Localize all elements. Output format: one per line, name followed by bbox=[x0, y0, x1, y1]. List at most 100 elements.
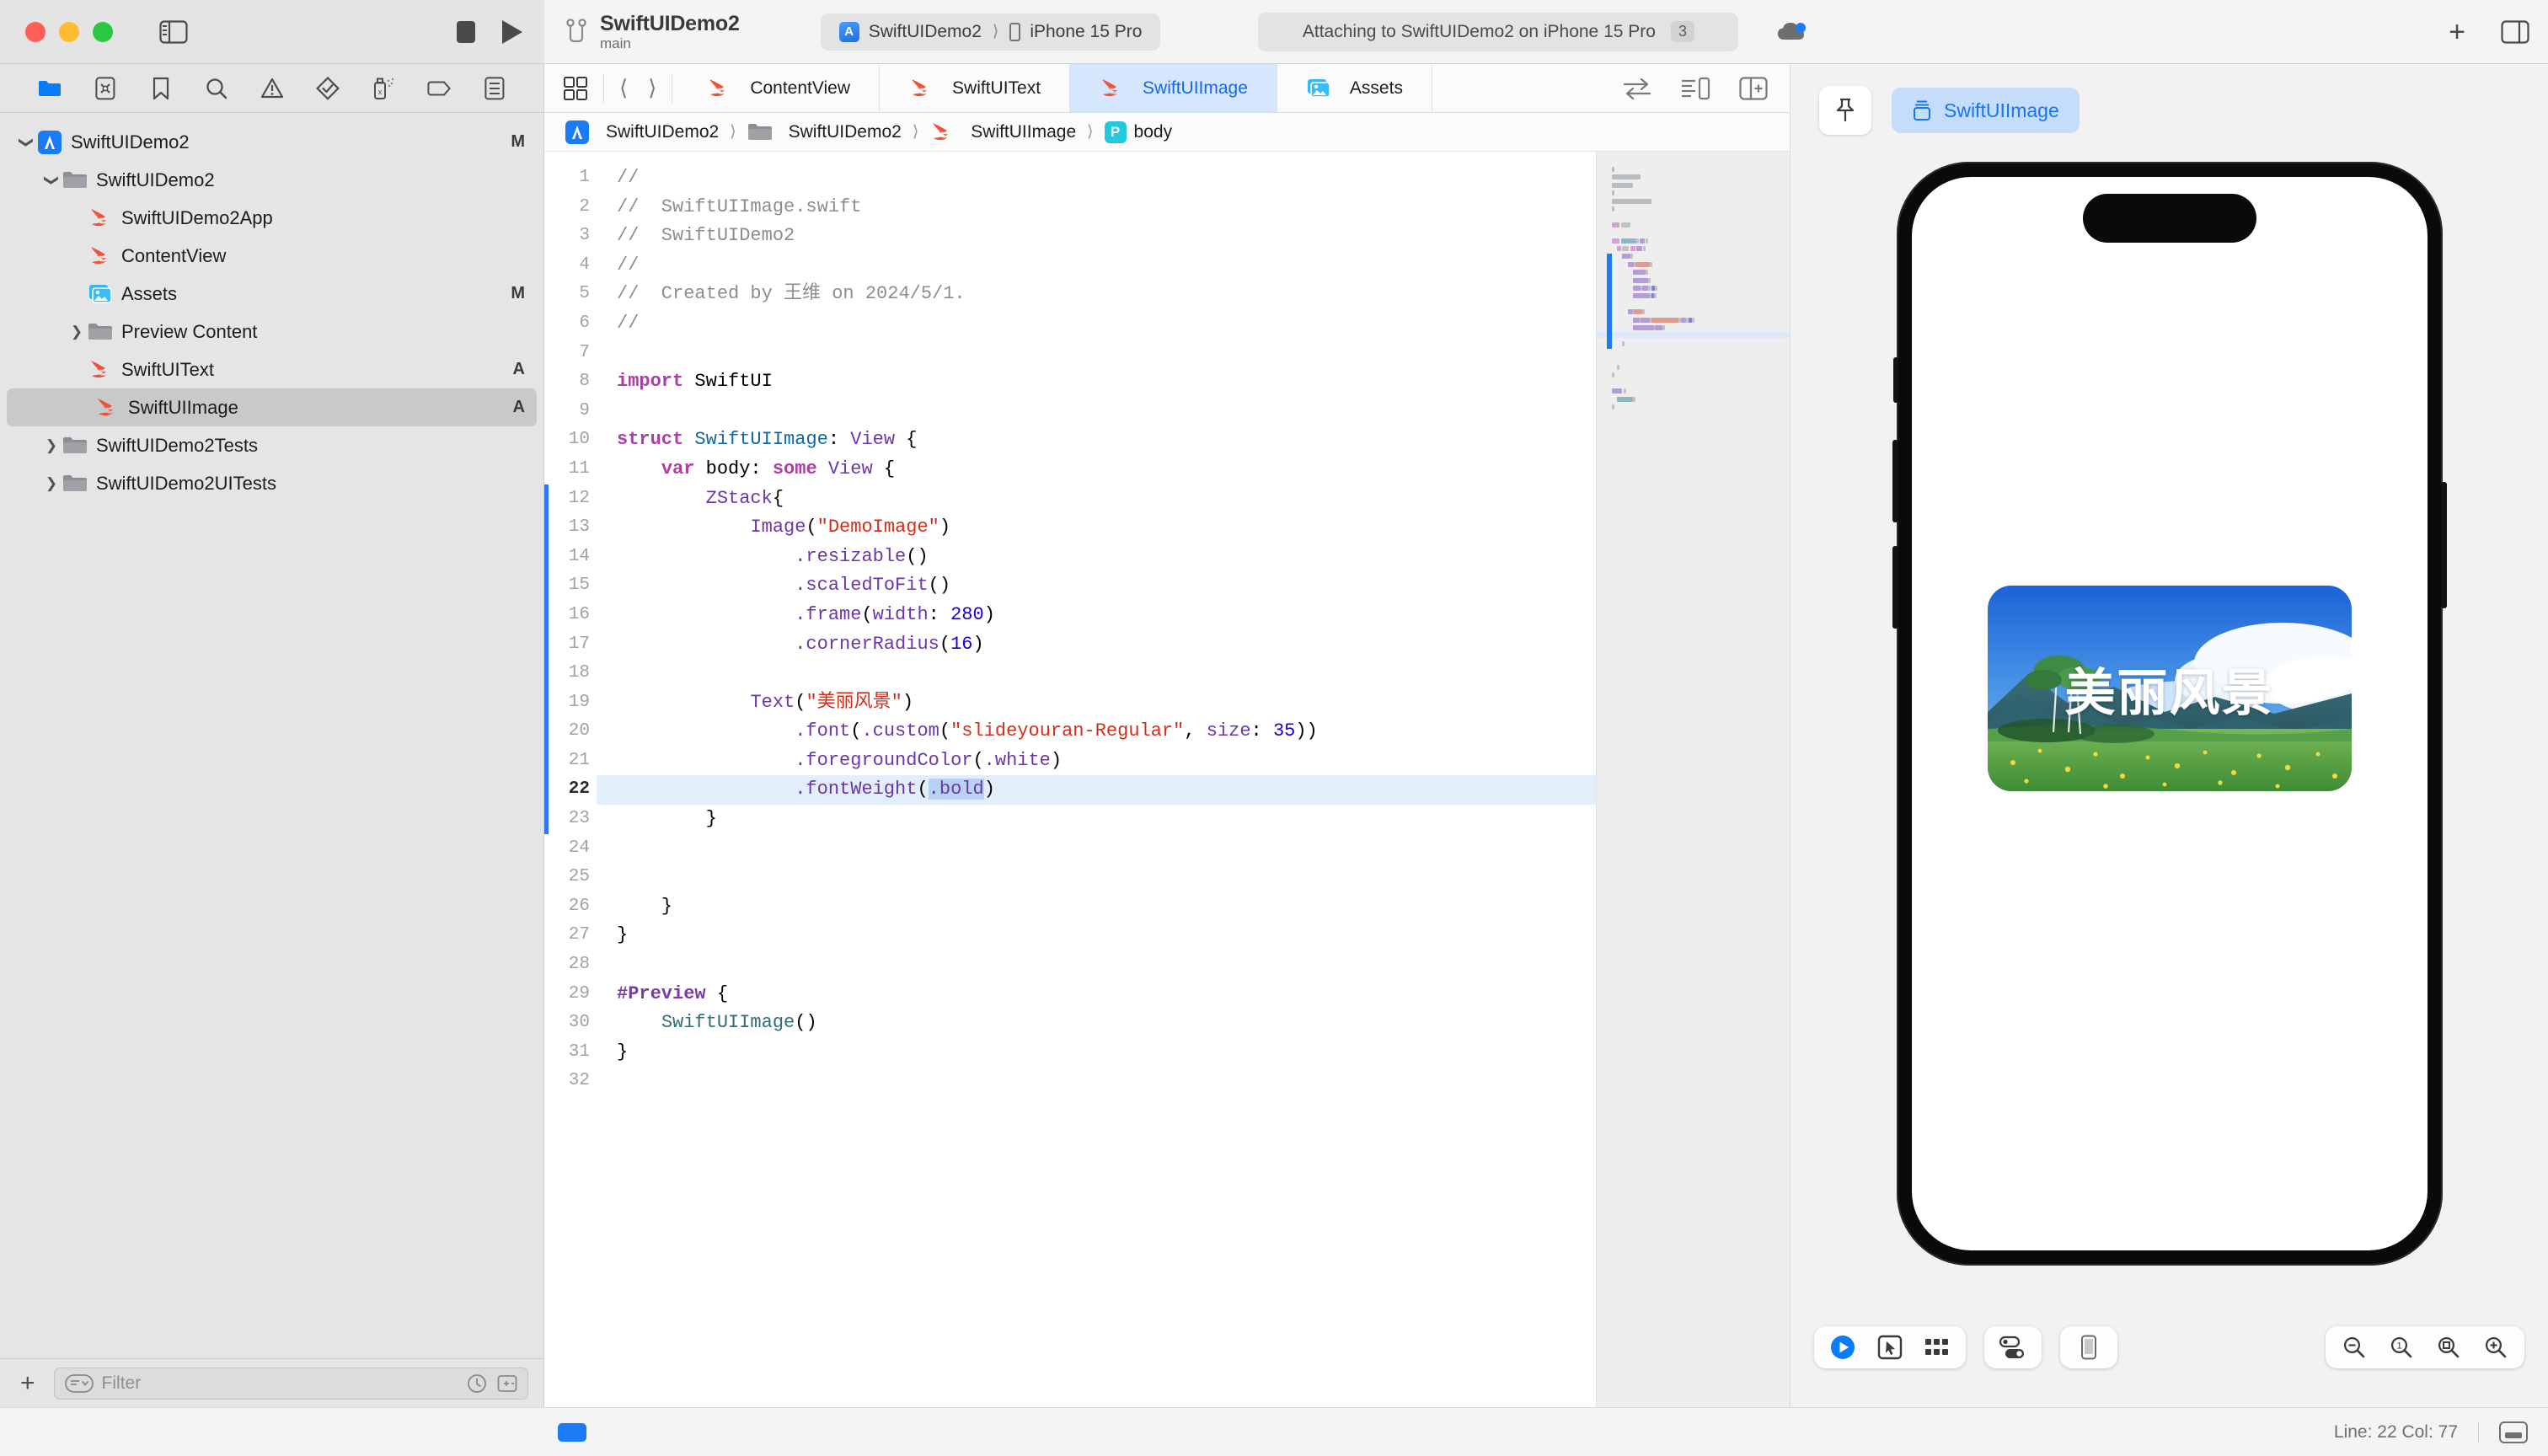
add-editor-button[interactable]: + bbox=[2449, 18, 2465, 46]
preview-name-chip[interactable]: SwiftUIImage bbox=[1892, 88, 2080, 133]
code-line[interactable]: var body: some View { bbox=[597, 455, 1596, 484]
code-line[interactable]: .resizable() bbox=[597, 543, 1596, 572]
sidebar-item-swiftuitext[interactable]: ❯SwiftUITextA bbox=[0, 351, 543, 388]
code-line[interactable]: } bbox=[597, 805, 1596, 834]
sidebar-item-issue-navigator[interactable] bbox=[260, 76, 284, 101]
sidebar-item-preview-content[interactable]: ❯ Preview Content bbox=[0, 313, 543, 351]
code-line[interactable]: // bbox=[597, 309, 1596, 339]
sidebar-item-find-navigator[interactable] bbox=[205, 76, 228, 101]
code-line[interactable]: // bbox=[597, 251, 1596, 281]
tab-contentview[interactable]: ContentView bbox=[677, 64, 881, 112]
code-line[interactable]: .cornerRadius(16) bbox=[597, 630, 1596, 660]
code-line[interactable]: Text("美丽风景") bbox=[597, 688, 1596, 718]
chevron-right-icon[interactable]: ❯ bbox=[66, 324, 88, 340]
minimize-window-button[interactable] bbox=[59, 21, 79, 42]
sidebar-item-debug-navigator[interactable]: x bbox=[372, 76, 395, 101]
chevron-down-icon[interactable]: ❯ bbox=[15, 134, 37, 151]
zoom-100-button[interactable]: 1 bbox=[2379, 1329, 2423, 1366]
pin-preview-button[interactable] bbox=[1819, 86, 1871, 135]
chevron-right-icon[interactable]: ❯ bbox=[40, 437, 62, 454]
editor-options-grid-icon[interactable] bbox=[563, 76, 588, 101]
filter-input[interactable]: Filter bbox=[53, 1367, 528, 1400]
toggle-console-icon[interactable] bbox=[2499, 1421, 2528, 1443]
breadcrumb-item[interactable]: Pbody bbox=[1104, 120, 1172, 143]
sidebar-item-swiftuidemo2[interactable]: ❯ SwiftUIDemo2 bbox=[0, 161, 543, 199]
recent-files-icon[interactable] bbox=[467, 1373, 487, 1394]
preview-stage[interactable]: 美丽风景 bbox=[1791, 157, 2548, 1407]
zoom-window-button[interactable] bbox=[93, 21, 113, 42]
code-line[interactable]: .fontWeight(.bold) bbox=[597, 775, 1596, 806]
chevron-right-icon[interactable]: ❯ bbox=[40, 475, 62, 492]
toggle-inspector-icon[interactable] bbox=[2501, 19, 2529, 44]
sidebar-item-test-navigator[interactable] bbox=[315, 76, 340, 101]
go-forward-icon[interactable]: ⟩ bbox=[648, 75, 656, 101]
cloud-status-icon[interactable] bbox=[1777, 21, 1807, 43]
breadcrumb[interactable]: SwiftUIDemo2 ⟩ SwiftUIDemo2 ⟩ SwiftUIImage ⟩ P… bbox=[544, 113, 1790, 152]
breadcrumb-item[interactable]: SwiftUIDemo2 bbox=[565, 120, 719, 145]
code-editor[interactable]: 1 2 3 4 5 6 7 8 9 10 11 12 13 14 15 16 17 18 19 20 21 22 23 24 2… bbox=[544, 152, 1790, 1407]
project-title-group[interactable]: SwiftUIDemo2 main bbox=[565, 12, 740, 51]
breadcrumb-item[interactable]: SwiftUIDemo2 bbox=[747, 120, 902, 145]
code-line[interactable]: #Preview { bbox=[597, 980, 1596, 1009]
code-line[interactable]: // bbox=[597, 163, 1596, 193]
run-button[interactable] bbox=[502, 19, 522, 44]
sidebar-item-breakpoint-navigator[interactable] bbox=[426, 76, 451, 101]
zoom-out-button[interactable] bbox=[2332, 1329, 2376, 1366]
live-preview-button[interactable] bbox=[1821, 1329, 1865, 1366]
code-line[interactable]: } bbox=[597, 892, 1596, 922]
code-line[interactable]: // SwiftUIImage.swift bbox=[597, 193, 1596, 222]
code-line[interactable] bbox=[597, 863, 1596, 892]
code-line[interactable] bbox=[597, 950, 1596, 980]
add-assistant-editor-icon[interactable] bbox=[1739, 76, 1768, 100]
sidebar-item-bookmarks-navigator[interactable] bbox=[149, 76, 173, 101]
sidebar-item-swiftuiimage[interactable]: ❯SwiftUIImageA bbox=[7, 388, 537, 426]
code-line[interactable]: // Created by 王维 on 2024/5/1. bbox=[597, 280, 1596, 309]
stop-button[interactable] bbox=[457, 20, 475, 43]
variants-button[interactable] bbox=[1915, 1329, 1959, 1366]
code-line[interactable]: .font(.custom("slideyouran-Regular", siz… bbox=[597, 717, 1596, 747]
code-line[interactable]: // SwiftUIDemo2 bbox=[597, 222, 1596, 251]
open-editor-tabs[interactable]: ContentView SwiftUIText SwiftUIImage Assets bbox=[677, 64, 1601, 112]
device-settings-button[interactable] bbox=[1991, 1329, 2035, 1366]
tab-assets[interactable]: Assets bbox=[1277, 64, 1432, 112]
code-minimap[interactable] bbox=[1596, 152, 1790, 1407]
tab-swiftuiimage[interactable]: SwiftUIImage bbox=[1070, 64, 1277, 112]
code-line[interactable]: Image("DemoImage") bbox=[597, 513, 1596, 543]
source-control-filter-icon[interactable] bbox=[497, 1373, 517, 1394]
device-screen[interactable]: 美丽风景 bbox=[1911, 177, 2428, 1250]
editor-status-indicator[interactable] bbox=[558, 1422, 586, 1442]
code-line[interactable]: .frame(width: 280) bbox=[597, 601, 1596, 630]
filter-options-icon[interactable] bbox=[64, 1373, 94, 1393]
toggle-canvas-icon[interactable] bbox=[1680, 77, 1710, 100]
code-line[interactable]: } bbox=[597, 921, 1596, 950]
code-line[interactable] bbox=[597, 834, 1596, 864]
sidebar-item-swiftuidemo2tests[interactable]: ❯ SwiftUIDemo2Tests bbox=[0, 426, 543, 464]
add-file-button[interactable]: + bbox=[15, 1370, 40, 1396]
sidebar-item-source-control-navigator[interactable] bbox=[94, 76, 117, 101]
sidebar-item-contentview[interactable]: ❯ContentView bbox=[0, 237, 543, 275]
tab-swiftuitext[interactable]: SwiftUIText bbox=[880, 64, 1071, 112]
project-file-tree[interactable]: ❯SwiftUIDemo2M❯SwiftUIDemo2 ❯SwiftUIDemo2… bbox=[0, 113, 543, 1358]
zoom-in-button[interactable] bbox=[2474, 1329, 2518, 1366]
swap-editors-icon[interactable] bbox=[1623, 78, 1651, 99]
code-line[interactable] bbox=[597, 1067, 1596, 1096]
code-line[interactable]: import SwiftUI bbox=[597, 367, 1596, 397]
code-line[interactable] bbox=[597, 659, 1596, 688]
toggle-navigator-icon[interactable] bbox=[155, 17, 192, 47]
chevron-down-icon[interactable]: ❯ bbox=[40, 172, 62, 189]
close-window-button[interactable] bbox=[25, 21, 46, 42]
scheme-destination-selector[interactable]: A SwiftUIDemo2 ⟩ iPhone 15 Pro bbox=[820, 13, 1161, 51]
code-line[interactable]: } bbox=[597, 1038, 1596, 1068]
sidebar-item-swiftuidemo2[interactable]: ❯ SwiftUIDemo2 M bbox=[0, 123, 543, 161]
code-line[interactable] bbox=[597, 397, 1596, 426]
code-line[interactable]: struct SwiftUIImage: View { bbox=[597, 426, 1596, 455]
sidebar-item-report-navigator[interactable] bbox=[483, 76, 506, 101]
sidebar-item-swiftuidemo2uitests[interactable]: ❯ SwiftUIDemo2UITests bbox=[0, 464, 543, 502]
activity-status-bar[interactable]: Attaching to SwiftUIDemo2 on iPhone 15 P… bbox=[1258, 12, 1739, 51]
code-scroll-region[interactable]: 1 2 3 4 5 6 7 8 9 10 11 12 13 14 15 16 17 18 19 20 21 22 23 24 2… bbox=[544, 152, 1596, 1407]
code-line[interactable]: .scaledToFit() bbox=[597, 571, 1596, 601]
code-line[interactable] bbox=[597, 339, 1596, 368]
device-frame-button[interactable] bbox=[2067, 1329, 2111, 1366]
zoom-fit-button[interactable] bbox=[2427, 1329, 2470, 1366]
source-code-text[interactable]: // // SwiftUIImage.swift // SwiftUIDemo2 //… bbox=[597, 152, 1596, 1407]
